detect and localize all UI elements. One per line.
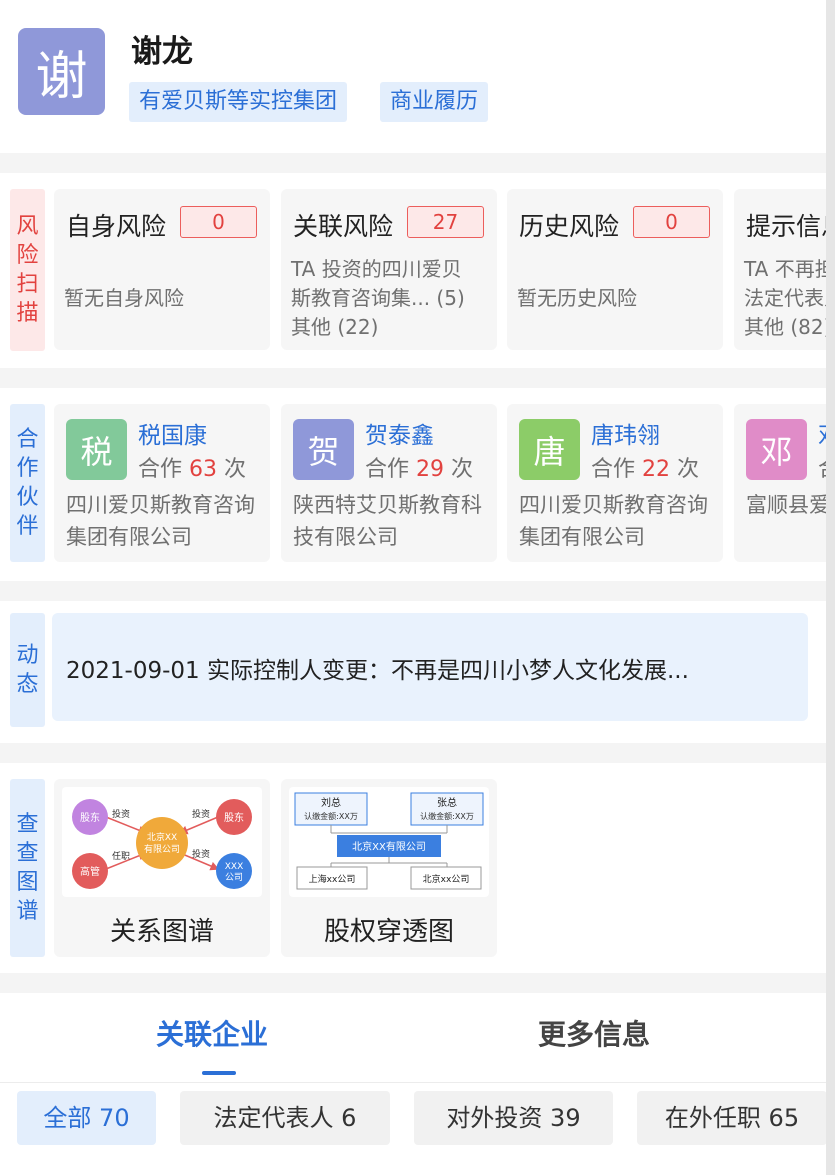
svg-text:北京XX: 北京XX bbox=[147, 831, 177, 843]
partner-card[interactable]: 贺 贺泰鑫 合作 29 次 陕西特艾贝斯教育科技有限公司 bbox=[281, 404, 497, 562]
partner-company: 富顺县爱训学校有 bbox=[746, 493, 835, 517]
tab-related-companies[interactable]: 关联企业 bbox=[156, 1013, 268, 1053]
risk-card-title: 提示信息 bbox=[746, 212, 835, 241]
filter-bar: 全部 70 法定代表人 6 对外投资 39 在外任职 65 bbox=[0, 1083, 835, 1175]
dynamics-label: 动态 bbox=[10, 613, 45, 727]
svg-text:北京XX有限公司: 北京XX有限公司 bbox=[352, 840, 426, 853]
risk-card-title: 关联风险 bbox=[293, 212, 394, 241]
risk-card-desc: TA 不再担任 法定代表人 其他 (82) bbox=[744, 257, 835, 339]
svg-text:股东: 股东 bbox=[224, 811, 244, 824]
graph-section: 查查图谱 投资 投资 任职 投资 股东 股东 高管 XXX 公司 北京XX 有限… bbox=[0, 763, 835, 973]
tab-more-info[interactable]: 更多信息 bbox=[538, 1013, 650, 1053]
partner-avatar: 邓 bbox=[746, 419, 807, 480]
partner-company: 陕西特艾贝斯教育科技有限公司 bbox=[293, 493, 482, 549]
relation-graph-title: 关系图谱 bbox=[109, 917, 214, 947]
risk-card-title: 历史风险 bbox=[519, 212, 620, 241]
tab-bar: 关联企业 更多信息 bbox=[0, 993, 835, 1083]
partners-label: 合作伙伴 bbox=[10, 404, 45, 562]
risk-card-desc: 暂无自身风险 bbox=[64, 286, 184, 310]
node-center bbox=[136, 817, 188, 869]
person-avatar: 谢 bbox=[18, 28, 105, 115]
risk-card-self[interactable]: 自身风险 0 暂无自身风险 bbox=[54, 189, 270, 350]
dynamics-item[interactable]: 2021-09-01 实际控制人变更：不再是四川小梦人文化发展... bbox=[52, 613, 808, 721]
profile-header: 谢 谢龙 有爱贝斯等实控集团 商业履历 bbox=[0, 0, 835, 153]
filter-positions[interactable]: 在外任职 65 bbox=[637, 1091, 827, 1145]
risk-scan-label: 风险扫描 bbox=[10, 189, 45, 351]
partners-section: 合作伙伴 税 税国康 合作 63 次 四川爱贝斯教育咨询集团有限公司 贺 贺泰鑫… bbox=[0, 388, 835, 581]
svg-text:有限公司: 有限公司 bbox=[144, 843, 180, 855]
equity-graph-thumbnail: 刘总 认缴金额:XX万 张总 认缴金额:XX万 北京XX有限公司 上海xx公司 … bbox=[289, 787, 489, 897]
relation-graph-thumbnail: 投资 投资 任职 投资 股东 股东 高管 XXX 公司 北京XX 有限公司 bbox=[62, 787, 262, 897]
partner-card[interactable]: 唐 唐玮翎 合作 22 次 四川爱贝斯教育咨询集团有限公司 bbox=[507, 404, 723, 562]
risk-card-title: 自身风险 bbox=[66, 212, 167, 241]
partner-card[interactable]: 邓 邓 合作 富顺县爱训学校有 bbox=[734, 404, 835, 562]
risk-count-badge: 0 bbox=[180, 206, 257, 238]
partner-cooperation-count: 合作 22 次 bbox=[591, 457, 700, 482]
svg-text:刘总: 刘总 bbox=[321, 796, 341, 809]
filter-investment[interactable]: 对外投资 39 bbox=[414, 1091, 613, 1145]
svg-text:XXX: XXX bbox=[225, 862, 244, 872]
svg-text:上海xx公司: 上海xx公司 bbox=[309, 873, 356, 885]
partner-avatar: 唐 bbox=[519, 419, 580, 480]
equity-graph-title: 股权穿透图 bbox=[323, 917, 454, 947]
svg-text:张总: 张总 bbox=[437, 796, 457, 809]
partner-card[interactable]: 税 税国康 合作 63 次 四川爱贝斯教育咨询集团有限公司 bbox=[54, 404, 270, 562]
filter-legal-rep[interactable]: 法定代表人 6 bbox=[180, 1091, 390, 1145]
person-name: 谢龙 bbox=[131, 34, 193, 70]
risk-card-desc: TA 投资的四川爱贝 斯教育咨询集... (5) 其他 (22) bbox=[291, 257, 465, 339]
svg-text:股东: 股东 bbox=[80, 811, 100, 824]
equity-graph-card[interactable]: 刘总 认缴金额:XX万 张总 认缴金额:XX万 北京XX有限公司 上海xx公司 … bbox=[281, 779, 497, 957]
risk-card-desc: 暂无历史风险 bbox=[517, 286, 637, 310]
partner-company: 四川爱贝斯教育咨询集团有限公司 bbox=[519, 493, 708, 549]
edge-label: 投资 bbox=[112, 808, 130, 820]
partner-name: 贺泰鑫 bbox=[365, 423, 434, 449]
partner-cooperation-count: 合作 63 次 bbox=[138, 457, 247, 482]
edge-label: 投资 bbox=[192, 808, 210, 820]
dynamics-text: 2021-09-01 实际控制人变更：不再是四川小梦人文化发展... bbox=[66, 658, 689, 684]
active-tab-indicator bbox=[202, 1071, 236, 1075]
edge-label: 任职 bbox=[112, 850, 130, 862]
svg-text:认缴金额:XX万: 认缴金额:XX万 bbox=[420, 811, 474, 821]
risk-scan-section: 风险扫描 自身风险 0 暂无自身风险 关联风险 27 TA 投资的四川爱贝 斯教… bbox=[0, 173, 835, 368]
risk-count-badge: 27 bbox=[407, 206, 484, 238]
partner-company: 四川爱贝斯教育咨询集团有限公司 bbox=[66, 493, 255, 549]
risk-card-notice[interactable]: 提示信息 TA 不再担任 法定代表人 其他 (82) bbox=[734, 189, 835, 350]
svg-text:公司: 公司 bbox=[225, 872, 243, 883]
edge-label: 投资 bbox=[192, 848, 210, 860]
partner-name: 税国康 bbox=[138, 423, 207, 449]
svg-text:北京xx公司: 北京xx公司 bbox=[423, 873, 470, 885]
risk-count-badge: 0 bbox=[633, 206, 710, 238]
risk-card-history[interactable]: 历史风险 0 暂无历史风险 bbox=[507, 189, 723, 350]
graph-label: 查查图谱 bbox=[10, 779, 45, 957]
business-history-tag[interactable]: 商业履历 bbox=[380, 82, 489, 122]
controlled-group-tag[interactable]: 有爱贝斯等实控集团 bbox=[129, 82, 348, 122]
svg-text:高管: 高管 bbox=[80, 865, 100, 878]
partner-cooperation-count: 合作 29 次 bbox=[365, 457, 474, 482]
scrollbar[interactable] bbox=[826, 0, 835, 1175]
risk-card-related[interactable]: 关联风险 27 TA 投资的四川爱贝 斯教育咨询集... (5) 其他 (22) bbox=[281, 189, 497, 350]
filter-all[interactable]: 全部 70 bbox=[17, 1091, 156, 1145]
svg-text:认缴金额:XX万: 认缴金额:XX万 bbox=[304, 811, 358, 821]
partner-avatar: 税 bbox=[66, 419, 127, 480]
dynamics-section: 动态 2021-09-01 实际控制人变更：不再是四川小梦人文化发展... bbox=[0, 601, 835, 743]
partner-avatar: 贺 bbox=[293, 419, 354, 480]
partner-name: 唐玮翎 bbox=[591, 423, 660, 449]
relation-graph-card[interactable]: 投资 投资 任职 投资 股东 股东 高管 XXX 公司 北京XX 有限公司 关系… bbox=[54, 779, 270, 957]
